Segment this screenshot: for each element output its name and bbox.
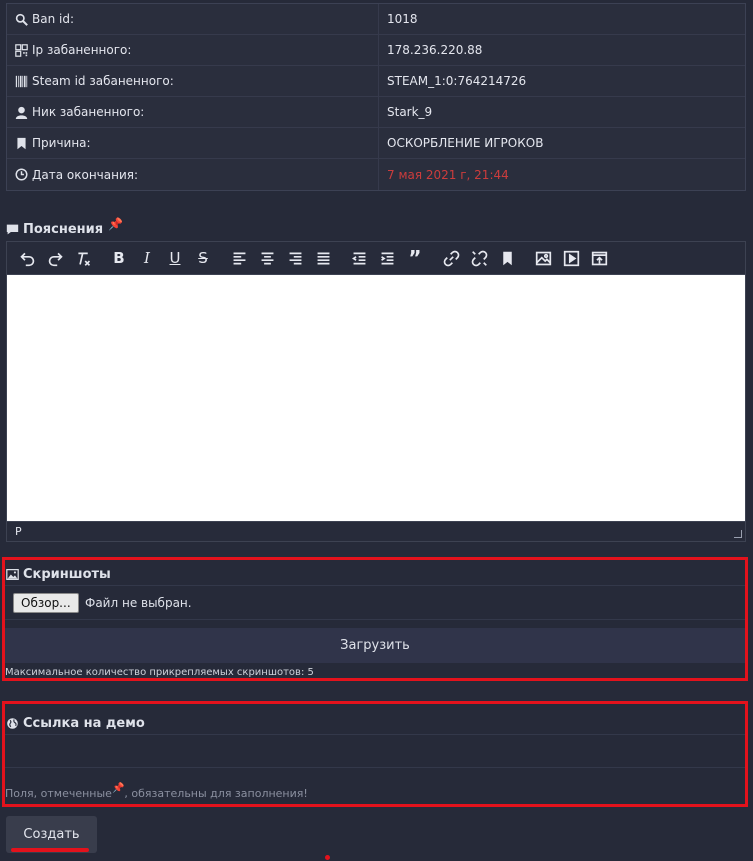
ip-value: 178.236.220.88 — [387, 43, 483, 57]
align-center-icon[interactable] — [253, 244, 281, 272]
reason-row: Причина: ОСКОРБЛЕНИЕ ИГРОКОВ — [7, 128, 745, 159]
align-left-icon[interactable] — [225, 244, 253, 272]
editor-content-area[interactable] — [7, 275, 745, 521]
nickname-row: Ник забаненного: Stark_9 — [7, 97, 745, 128]
barcode-icon — [15, 75, 28, 88]
required-fields-note: Поля, отмеченные📌, обязательны для запол… — [5, 783, 308, 800]
user-icon — [15, 106, 28, 119]
blockquote-icon[interactable]: ” — [401, 244, 429, 272]
reason-value: ОСКОРБЛЕНИЕ ИГРОКОВ — [387, 136, 544, 150]
ban-id-row: Ban id: 1018 — [7, 4, 745, 35]
clear-format-icon[interactable] — [69, 244, 97, 272]
ip-row: Ip забаненного: 178.236.220.88 — [7, 35, 745, 66]
preview-icon[interactable] — [585, 244, 613, 272]
demo-section: Ссылка на демо Поля, отмеченные📌, обязат… — [2, 701, 748, 807]
screenshots-section: Скриншоты Обзор... Файл не выбран. Загру… — [2, 557, 748, 681]
screenshot-limit-note: Максимальное количество прикрепляемых ск… — [5, 667, 314, 678]
search-icon — [15, 13, 28, 26]
demo-title: Ссылка на демо — [6, 716, 145, 731]
rich-text-editor[interactable]: B I U S ” P — [6, 241, 746, 542]
editor-toolbar: B I U S ” — [7, 242, 745, 275]
demo-link-input[interactable] — [5, 735, 745, 767]
redo-icon[interactable] — [41, 244, 69, 272]
file-status-text: Файл не выбран. — [85, 596, 192, 610]
globe-icon — [6, 717, 19, 730]
editor-statusbar: P — [7, 521, 745, 541]
upload-button[interactable]: Загрузить — [5, 628, 745, 663]
ban-id-label: Ban id: — [32, 12, 74, 26]
link-icon[interactable] — [437, 244, 465, 272]
picture-icon — [6, 568, 19, 581]
ban-id-value: 1018 — [387, 12, 418, 26]
resize-handle-icon[interactable] — [734, 530, 742, 538]
align-justify-icon[interactable] — [309, 244, 337, 272]
strikethrough-icon[interactable]: S — [189, 244, 217, 272]
nickname-label: Ник забаненного: — [32, 105, 145, 119]
explanation-title: Пояснения 📌 — [6, 217, 123, 237]
nickname-value: Stark_9 — [387, 105, 433, 119]
steam-id-row: Steam id забаненного: STEAM_1:0:76421472… — [7, 66, 745, 97]
required-pin-icon: 📌 — [111, 783, 125, 794]
steam-id-label: Steam id забаненного: — [32, 74, 174, 88]
editor-path[interactable]: P — [15, 525, 22, 538]
highlight-dot — [325, 855, 330, 860]
expiry-row: Дата окончания: 7 мая 2021 г, 21:44 — [7, 159, 745, 190]
outdent-icon[interactable] — [345, 244, 373, 272]
highlight-underline — [11, 848, 89, 852]
ban-info-table: Ban id: 1018 Ip забаненного: 178.236.220… — [6, 3, 746, 191]
expiry-label: Дата окончания: — [32, 167, 139, 182]
indent-icon[interactable] — [373, 244, 401, 272]
expiry-value: 7 мая 2021 г, 21:44 — [387, 167, 509, 182]
steam-id-value: STEAM_1:0:764214726 — [387, 74, 527, 88]
comment-icon — [6, 223, 19, 236]
ip-label: Ip забаненного: — [32, 43, 132, 57]
media-icon[interactable] — [557, 244, 585, 272]
italic-icon[interactable]: I — [133, 244, 161, 272]
screenshots-title-text: Скриншоты — [23, 567, 111, 582]
qrcode-icon — [15, 43, 28, 57]
bold-icon[interactable]: B — [105, 244, 133, 272]
required-pin-icon: 📌 — [108, 216, 124, 231]
reason-label: Причина: — [32, 136, 91, 150]
demo-title-text: Ссылка на демо — [23, 716, 145, 731]
undo-icon[interactable] — [13, 244, 41, 272]
anchor-icon[interactable] — [493, 244, 521, 272]
image-icon[interactable] — [529, 244, 557, 272]
bookmark-icon — [15, 137, 28, 150]
clock-icon — [15, 168, 28, 181]
unlink-icon[interactable] — [465, 244, 493, 272]
explanation-title-text: Пояснения — [23, 222, 104, 237]
browse-button[interactable]: Обзор... — [13, 593, 79, 613]
underline-icon[interactable]: U — [161, 244, 189, 272]
screenshots-title: Скриншоты — [6, 567, 111, 582]
align-right-icon[interactable] — [281, 244, 309, 272]
